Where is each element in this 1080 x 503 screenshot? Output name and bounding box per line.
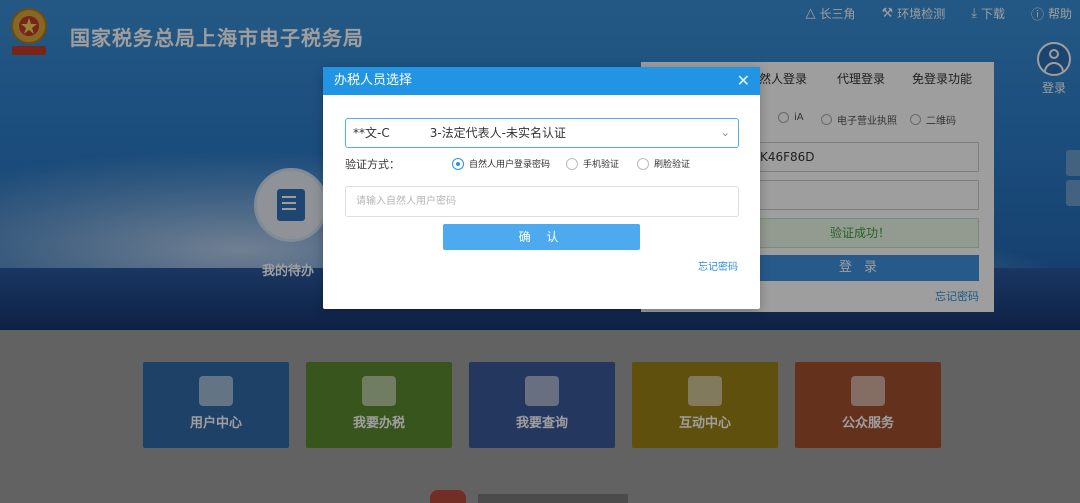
radio-selected-icon bbox=[452, 157, 464, 170]
chevron-down-icon: ⌄ bbox=[720, 126, 730, 139]
redaction-mask bbox=[389, 127, 430, 140]
close-icon[interactable]: ✕ bbox=[737, 67, 750, 95]
verify-method-label: 验证方式： bbox=[345, 158, 400, 171]
radio-icon bbox=[637, 157, 649, 170]
identity-select[interactable]: **文-C 3-法定代表人-未实名认证 ⌄ bbox=[345, 118, 739, 148]
radio-phone-verify[interactable]: 手机验证 bbox=[566, 157, 619, 170]
verify-method-row: 验证方式： 自然人用户登录密码 手机验证 刷脸验证 bbox=[345, 155, 739, 173]
confirm-button[interactable]: 确 认 bbox=[443, 224, 640, 250]
forgot-password-link[interactable]: 忘记密码 bbox=[698, 258, 738, 273]
radio-face-verify[interactable]: 刷脸验证 bbox=[637, 157, 690, 170]
tax-officer-select-dialog: 办税人员选择 ✕ **文-C 3-法定代表人-未实名认证 ⌄ 验证方式： 自然人用… bbox=[323, 67, 760, 309]
identity-prefix: **文-C bbox=[353, 126, 390, 140]
password-input[interactable] bbox=[345, 186, 739, 217]
dialog-header: 办税人员选择 ✕ bbox=[323, 67, 760, 95]
dialog-title: 办税人员选择 bbox=[334, 73, 413, 88]
radio-password-verify[interactable]: 自然人用户登录密码 bbox=[452, 157, 550, 170]
identity-suffix: 3-法定代表人-未实名认证 bbox=[429, 126, 567, 140]
radio-icon bbox=[566, 157, 578, 170]
